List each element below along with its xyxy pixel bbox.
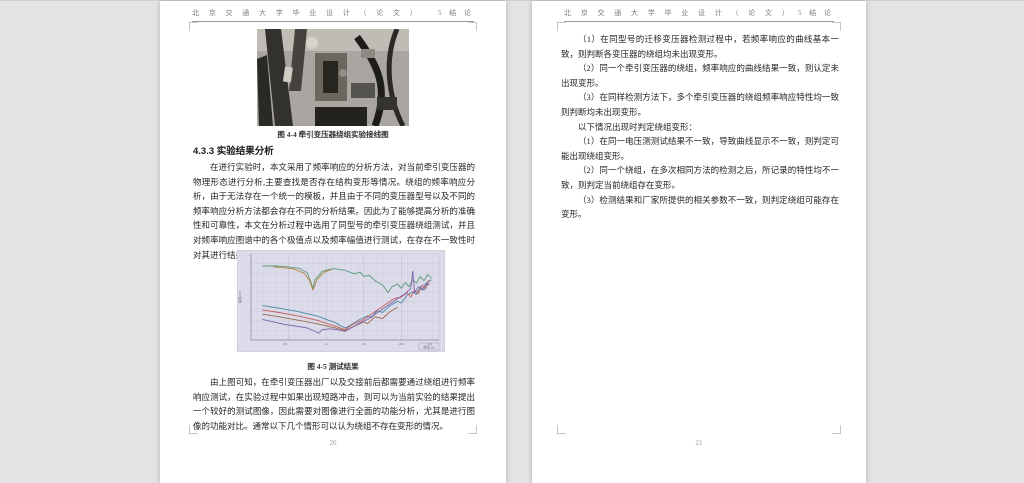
conclusion-paragraph: （1）在同一电压测测试结果不一致，导致曲线显示不一致，则判定可能出现绕组变形。 — [561, 136, 839, 161]
svg-text:-: - — [248, 310, 249, 314]
conclusion-paragraphs: （1）在同型号的迁移变压器检测过程中，若频率响应的曲线基本一致，则判断各变压器的… — [561, 32, 839, 222]
svg-text:100: 100 — [282, 342, 287, 346]
page-number-right: 21 — [695, 439, 703, 447]
frequency-response-chart: - - - - - - - - -100 1k 10k 100k 1M 幅值(dB) 频率 Hz — [237, 250, 445, 352]
page-header: 北 京 交 通 大 学 毕 业 设 计 （ 论 文 ） 5 结 论 — [564, 8, 834, 22]
section-heading-4-3-3: 4.3.3 实验结果分析 — [193, 146, 274, 157]
crop-mark — [468, 22, 477, 31]
conclusion-paragraph: 以下情况出现时判定绕组变形： — [578, 121, 698, 132]
paragraph-text: 在进行实验时，本文采用了频率响应的分析方法，对当前牵引变压器的物理形态进行分析,… — [193, 162, 475, 260]
figure-caption-4-4: 图 4-4 牵引变压器绕组实验接线图 — [277, 130, 389, 139]
figure-caption-4-5: 图 4-5 测试结果 — [307, 362, 359, 371]
crop-mark — [832, 22, 841, 31]
svg-text:-: - — [248, 263, 249, 267]
svg-text:10k: 10k — [361, 342, 366, 346]
conclusion-paragraph: （2）同一个绕组，在多次相同方法的检测之后，所记录的特性均不一致，则判定当前绕组… — [561, 165, 839, 190]
header-section-label: 5 结 论 — [438, 9, 474, 17]
svg-text:100k: 100k — [398, 342, 405, 346]
page-number-left: 20 — [329, 439, 337, 447]
document-page-left: 北 京 交 通 大 学 毕 业 设 计 （ 论 文 ） 5 结 论 图 4-4 … — [160, 1, 506, 483]
chart-image: ---------100 1k 10k 100k 1M幅值(dB)频率 Hz — [237, 250, 445, 352]
figure-photo-wiring — [257, 29, 409, 126]
svg-text:幅值(dB): 幅值(dB) — [237, 291, 242, 303]
crop-mark — [832, 425, 841, 434]
paragraph-text: 由上图可知，在牵引变压器出厂以及交接前后都需要通过绕组进行频率响应测试，在实验过… — [193, 377, 475, 431]
header-title: 北 京 交 通 大 学 毕 业 设 计 （ 论 文 ） — [564, 9, 793, 17]
conclusion-paragraph: （3）在同样检测方法下，多个牵引变压器的绕组频率响应特性均一致则判断均未出现变形… — [561, 92, 839, 117]
svg-text:-: - — [248, 291, 249, 295]
svg-text:-: - — [248, 301, 249, 305]
conclusion-paragraph: （1）在同型号的迁移变压器检测过程中，若频率响应的曲线基本一致，则判断各变压器的… — [561, 34, 839, 59]
header-section-label: 5 结 论 — [798, 9, 834, 17]
crop-mark — [557, 22, 566, 31]
document-viewer-canvas: { "document": { "header": { "title": "北 … — [0, 0, 1024, 483]
document-page-right: 北 京 交 通 大 学 毕 业 设 计 （ 论 文 ） 5 结 论 （1）在同型… — [532, 1, 866, 483]
page-header: 北 京 交 通 大 学 毕 业 设 计 （ 论 文 ） 5 结 论 — [192, 8, 474, 22]
svg-text:-: - — [248, 272, 249, 276]
svg-text:-: - — [248, 253, 249, 257]
crop-mark — [189, 22, 198, 31]
conclusion-paragraph: （2）同一个牵引变压器的绕组，频率响应的曲线结果一致，则认定未出现变形。 — [561, 63, 839, 88]
svg-text:-: - — [248, 329, 249, 333]
analysis-paragraph: 在进行实验时，本文采用了频率响应的分析方法，对当前牵引变压器的物理形态进行分析,… — [193, 160, 475, 262]
svg-text:-: - — [248, 282, 249, 286]
svg-text:-: - — [248, 320, 249, 324]
wiring-photo-image — [257, 29, 409, 126]
svg-text:1k: 1k — [325, 342, 329, 346]
crop-mark — [557, 425, 566, 434]
conclusion-paragraph: （3）检测结果和厂家所提供的相关参数不一致，则判定绕组可能存在变形。 — [561, 194, 839, 220]
result-discussion-paragraph: 由上图可知，在牵引变压器出厂以及交接前后都需要通过绕组进行频率响应测试，在实验过… — [193, 375, 475, 433]
svg-text:频率 Hz: 频率 Hz — [423, 344, 435, 349]
header-title: 北 京 交 通 大 学 毕 业 设 计 （ 论 文 ） — [192, 9, 421, 17]
